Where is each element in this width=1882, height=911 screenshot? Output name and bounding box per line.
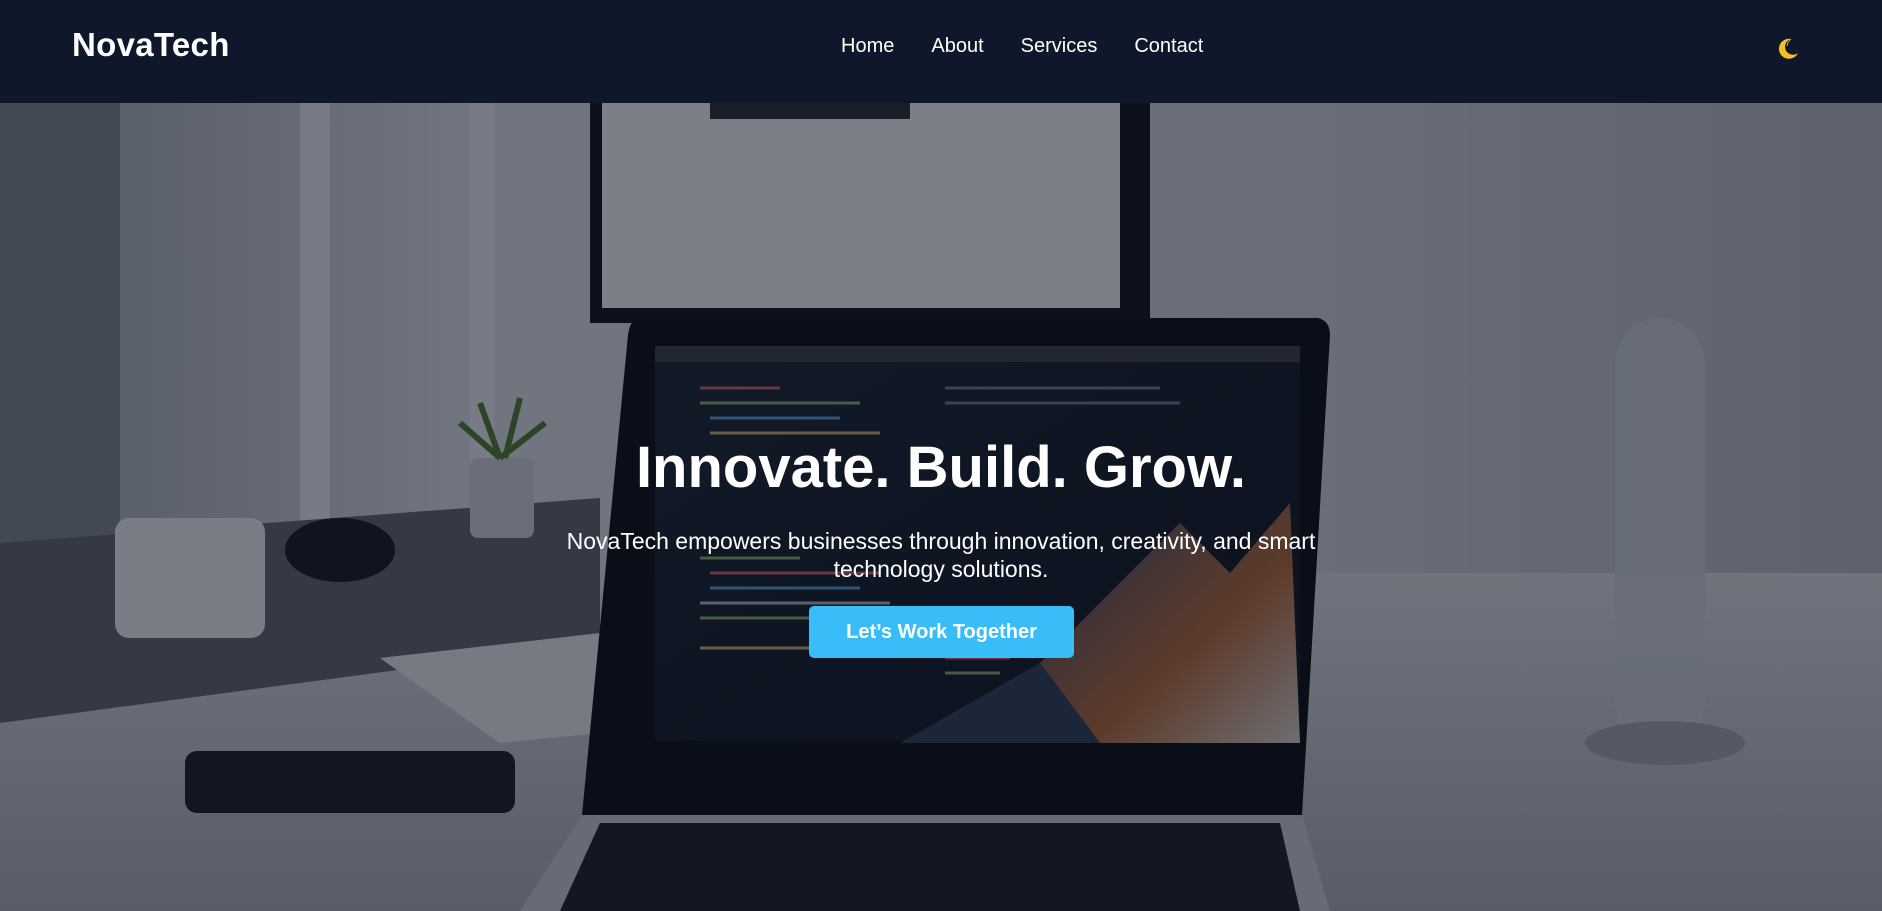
hero-subtitle: NovaTech empowers businesses through inn… (566, 528, 1316, 582)
cta-button[interactable]: Let’s Work Together (809, 606, 1074, 658)
nav-link-about[interactable]: About (931, 33, 983, 59)
theme-toggle-button[interactable] (1774, 34, 1802, 62)
hero-section: Innovate. Build. Grow. NovaTech empowers… (0, 103, 1882, 911)
navbar: NovaTech Home About Services Contact (0, 0, 1882, 103)
brand-logo[interactable]: NovaTech (72, 26, 230, 64)
nav-link-services[interactable]: Services (1021, 33, 1098, 59)
moon-icon (1778, 38, 1798, 59)
nav-link-home[interactable]: Home (841, 33, 894, 59)
nav-link-contact[interactable]: Contact (1134, 33, 1203, 59)
main-nav: Home About Services Contact (841, 33, 1203, 59)
hero-content: Innovate. Build. Grow. NovaTech empowers… (0, 103, 1882, 911)
hero-title: Innovate. Build. Grow. (635, 435, 1247, 500)
